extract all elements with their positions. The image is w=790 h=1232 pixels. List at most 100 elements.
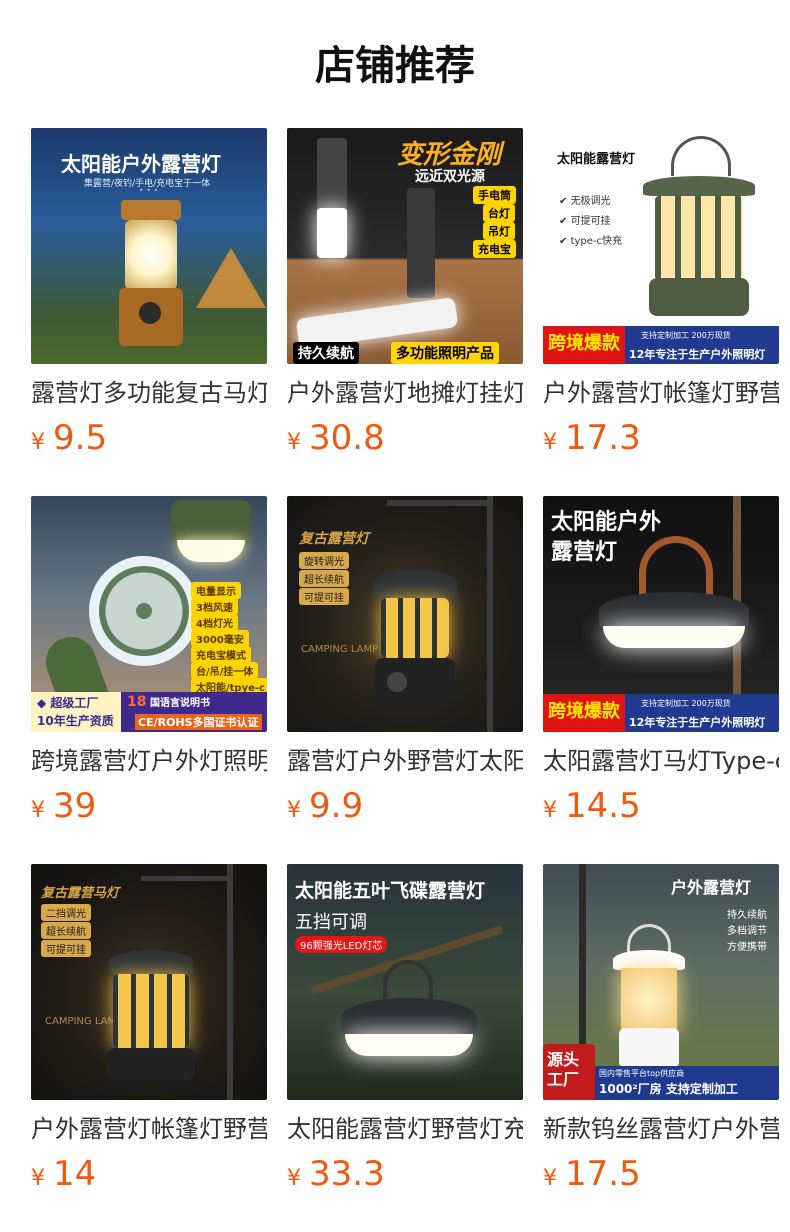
image-headline: 太阳能五叶飞碟露营灯 xyxy=(295,880,486,902)
product-image[interactable]: 复古露营马灯 二挡调光 超长续航 可提可挂 CAMPING LAMP xyxy=(31,864,267,1100)
feature-tag: 电量显示 xyxy=(191,582,241,599)
product-card[interactable]: 变形金刚 远近双光源 手电筒 台灯 吊灯 充电宝 持久续航 多功能照明产品 户外… xyxy=(287,128,523,458)
price-value: 9.5 xyxy=(53,418,108,458)
product-name[interactable]: 太阳露营灯马灯Type-c xyxy=(543,744,779,778)
feature-text: ✔ 可提可挂 xyxy=(559,216,611,227)
feature-label: 无极调光 xyxy=(570,196,611,207)
fan-head xyxy=(89,556,199,666)
lantern-switch xyxy=(139,302,161,324)
factory-text: 1000²厂房 支持定制加工 xyxy=(599,1082,738,1096)
product-image[interactable]: 户外露营灯 持久续航 多档调节 方便携带 源头 工厂 国内零售平台top供应商 1… xyxy=(543,864,779,1100)
currency-symbol: ¥ xyxy=(543,430,557,455)
promo-badge: 跨境爆款 xyxy=(543,326,625,364)
badge-left: 持久续航 xyxy=(293,342,359,364)
product-name[interactable]: 新款钨丝露营灯户外营地 xyxy=(543,1112,779,1146)
feature-tag: 吊灯 xyxy=(483,222,515,240)
feature-tag: 可提可挂 xyxy=(299,588,349,605)
lantern-shell xyxy=(599,592,749,628)
tent-shape xyxy=(196,248,266,308)
product-image[interactable]: 电量显示 3档风速 4档灯光 3000毫安 充电宝模式 台/吊/挂一体 太阳能/… xyxy=(31,496,267,732)
product-card[interactable]: 复古露营马灯 二挡调光 超长续航 可提可挂 CAMPING LAMP 户外露营灯… xyxy=(31,864,267,1194)
feature-tag: 手电筒 xyxy=(473,186,516,204)
lantern-base xyxy=(619,1028,679,1068)
product-image[interactable]: 太阳能露营灯 ✔ 无极调光 ✔ 可提可挂 ✔ type-c快充 跨境爆款 支持定… xyxy=(543,128,779,364)
currency-symbol: ¥ xyxy=(287,430,301,455)
price-value: 39 xyxy=(53,786,97,826)
lantern-handle xyxy=(671,136,731,176)
promo-bottom: 12年专注于生产户外照明灯 xyxy=(629,716,766,729)
lantern-light xyxy=(603,626,745,648)
lantern-top xyxy=(373,570,457,598)
feature-text: ✔ 无极调光 xyxy=(559,196,611,207)
product-image[interactable]: 太阳能户外 露营灯 跨境爆款 支持定制加工 200万现货 12年专注于生产户外照… xyxy=(543,496,779,732)
lantern-top xyxy=(643,176,755,196)
product-price: ¥39 xyxy=(31,786,96,826)
product-image[interactable]: 复古露营灯 旋转调光 超长续航 可提可挂 CAMPING LAMP xyxy=(287,496,523,732)
feature-label: type-c快充 xyxy=(570,236,623,247)
feature-tag: 3000毫安 xyxy=(191,630,249,647)
hanging-arm xyxy=(141,876,231,881)
product-price: ¥17.5 xyxy=(543,1154,641,1194)
badge-right: 多功能照明产品 xyxy=(391,342,499,364)
price-value: 14 xyxy=(53,1154,97,1194)
years-label: 10年生产资质 xyxy=(37,714,114,728)
product-image[interactable]: 太阳能户外露营灯 集露营/夜钓/手电/充电宝于一体 • • • xyxy=(31,128,267,364)
product-name[interactable]: 户外露营灯地摊灯挂灯 xyxy=(287,376,523,410)
language-count: 18 xyxy=(127,694,147,710)
lantern-cap xyxy=(121,200,181,220)
currency-symbol: ¥ xyxy=(31,430,45,455)
product-card[interactable]: 户外露营灯 持久续航 多档调节 方便携带 源头 工厂 国内零售平台top供应商 1… xyxy=(543,864,779,1194)
price-value: 14.5 xyxy=(565,786,641,826)
price-value: 17.5 xyxy=(565,1154,641,1194)
product-card[interactable]: 复古露营灯 旋转调光 超长续航 可提可挂 CAMPING LAMP 露营灯户外野… xyxy=(287,496,523,826)
product-price: ¥14 xyxy=(31,1154,96,1194)
source-line-2: 工厂 xyxy=(547,1070,580,1089)
factory-text: 超级工厂 xyxy=(50,696,99,710)
feature-text: 持久续航 xyxy=(727,910,767,921)
currency-symbol: ¥ xyxy=(543,798,557,823)
product-card[interactable]: 太阳能户外 露营灯 跨境爆款 支持定制加工 200万现货 12年专注于生产户外照… xyxy=(543,496,779,826)
feature-text: ✔ type-c快充 xyxy=(559,236,623,247)
product-card[interactable]: 太阳能户外露营灯 集露营/夜钓/手电/充电宝于一体 • • • 露营灯多功能复古… xyxy=(31,128,267,458)
currency-symbol: ¥ xyxy=(287,1166,301,1191)
product-price: ¥33.3 xyxy=(287,1154,385,1194)
promo-badge: 跨境爆款 xyxy=(543,694,625,732)
feature-tag: 4档灯光 xyxy=(191,614,238,631)
image-headline: 太阳能露营灯 xyxy=(557,152,636,167)
image-headline: 户外露营灯 xyxy=(671,878,752,897)
product-name[interactable]: 太阳能露营灯野营灯充电 xyxy=(287,1112,523,1146)
product-card[interactable]: 电量显示 3档风速 4档灯光 3000毫安 充电宝模式 台/吊/挂一体 太阳能/… xyxy=(31,496,267,826)
product-name[interactable]: 户外露营灯帐篷灯野营 xyxy=(31,1112,267,1146)
product-card[interactable]: 太阳能露营灯 ✔ 无极调光 ✔ 可提可挂 ✔ type-c快充 跨境爆款 支持定… xyxy=(543,128,779,458)
image-subline: 五挡可调 xyxy=(295,912,367,933)
product-price: ¥9.9 xyxy=(287,786,363,826)
lamp-light xyxy=(317,208,347,258)
lantern-glass xyxy=(621,968,677,1030)
tree-branch xyxy=(733,496,741,696)
product-price: ¥17.3 xyxy=(543,418,641,458)
product-image[interactable]: 太阳能五叶飞碟露营灯 五挡可调 96颗强光LED灯芯 xyxy=(287,864,523,1100)
product-image[interactable]: 变形金刚 远近双光源 手电筒 台灯 吊灯 充电宝 持久续航 多功能照明产品 xyxy=(287,128,523,364)
product-price: ¥14.5 xyxy=(543,786,641,826)
currency-symbol: ¥ xyxy=(31,1166,45,1191)
feature-tag: 超长续航 xyxy=(41,922,91,939)
product-card[interactable]: 太阳能五叶飞碟露营灯 五挡可调 96颗强光LED灯芯 太阳能露营灯野营灯充电 ¥… xyxy=(287,864,523,1194)
factory-label: ◆ 超级工厂 xyxy=(37,696,99,710)
image-dots: • • • xyxy=(139,186,159,195)
lamp-body xyxy=(407,188,435,298)
lantern-shell xyxy=(341,998,477,1038)
image-headline-1: 太阳能户外 xyxy=(551,510,662,535)
price-value: 30.8 xyxy=(309,418,385,458)
price-value: 9.9 xyxy=(309,786,364,826)
product-name[interactable]: 跨境露营灯户外灯照明 xyxy=(31,744,267,778)
product-price: ¥9.5 xyxy=(31,418,107,458)
lantern-glass xyxy=(113,974,189,1048)
image-headline: 复古露营马灯 xyxy=(41,886,120,901)
product-name[interactable]: 露营灯户外野营灯太阳能 xyxy=(287,744,523,778)
image-headline: 复古露营灯 xyxy=(299,531,369,547)
feature-tag: 充电宝模式 xyxy=(191,646,251,663)
price-value: 17.3 xyxy=(565,418,641,458)
product-name[interactable]: 露营灯多功能复古马灯 xyxy=(31,376,267,410)
product-name[interactable]: 户外露营灯帐篷灯野营 xyxy=(543,376,779,410)
lantern-top xyxy=(613,950,685,970)
